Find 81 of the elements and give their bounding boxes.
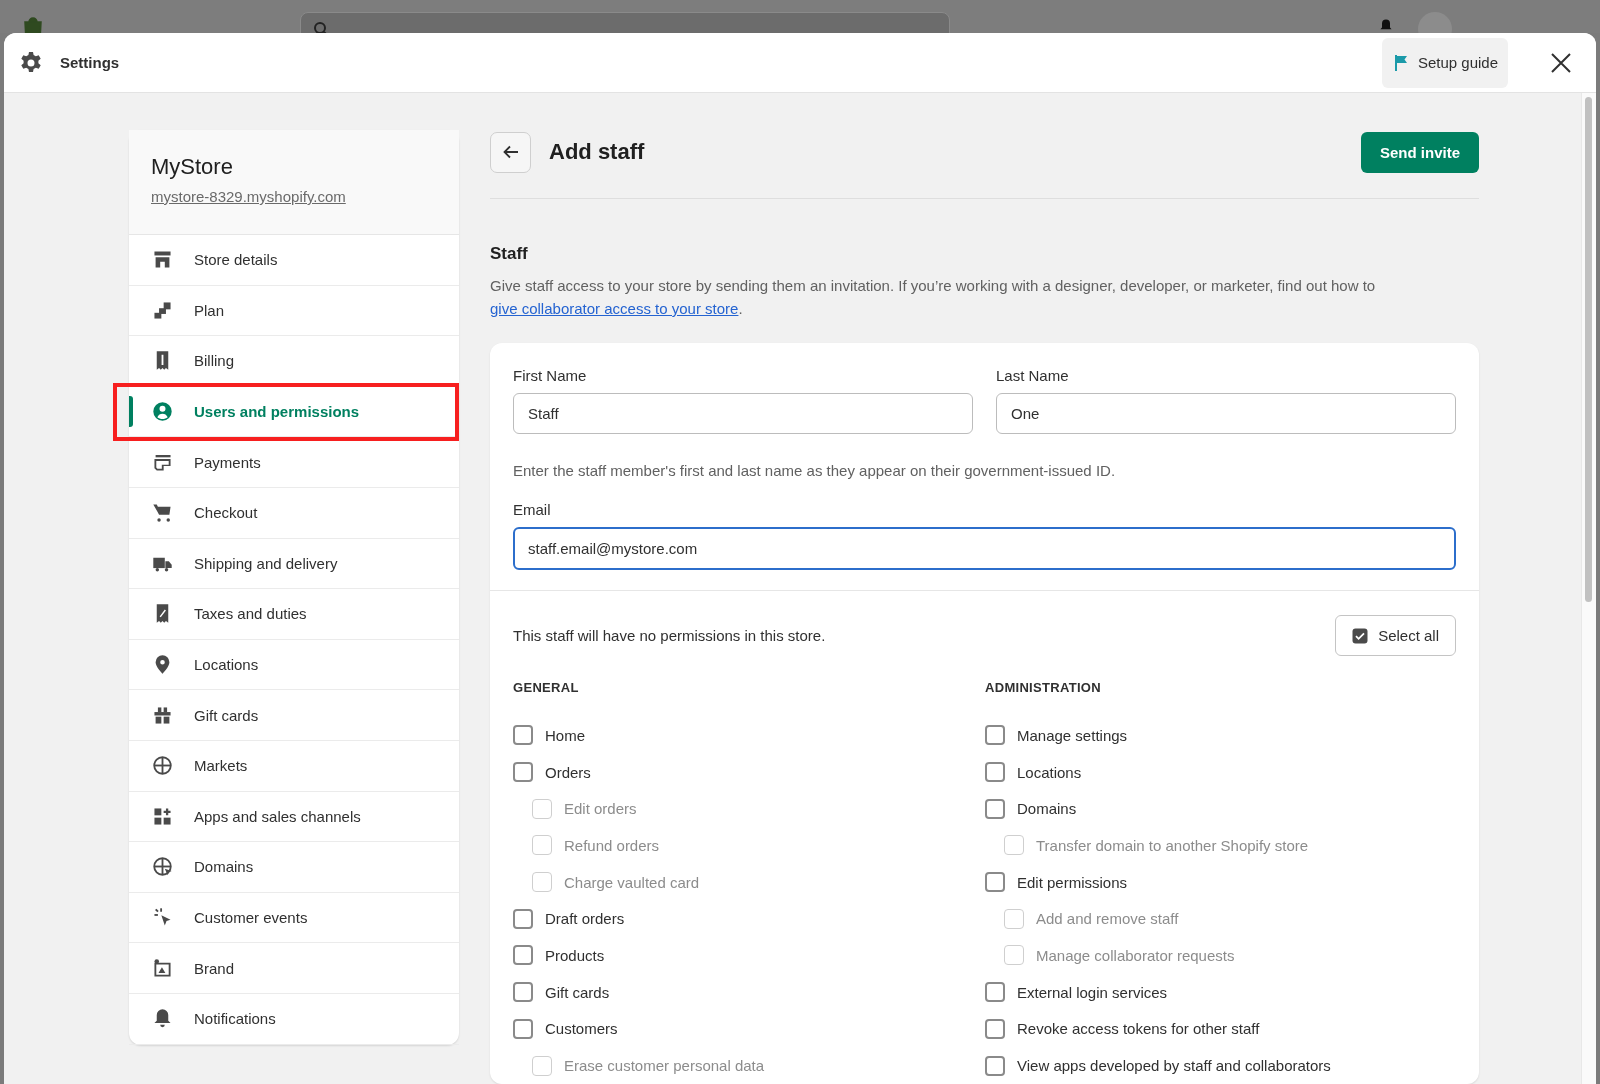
checkbox-label: Customers xyxy=(545,1020,618,1038)
globe-icon xyxy=(151,855,174,879)
field-label: Email xyxy=(513,501,552,518)
page-title: Add staff xyxy=(549,139,645,165)
checkbox[interactable] xyxy=(513,982,533,1003)
help-text: Enter the staff member's first and last name as they appear on their government-issued ID. xyxy=(513,462,1117,479)
dialog-title: Settings xyxy=(60,54,120,71)
checkbox[interactable] xyxy=(985,1018,1005,1039)
checkbox-label: Charge vaulted card xyxy=(564,873,700,891)
checkbox-label: Erase customer personal data xyxy=(564,1057,765,1075)
checkbox[interactable] xyxy=(513,725,533,746)
checkbox[interactable] xyxy=(985,1055,1005,1076)
sidebar-item[interactable]: Payments xyxy=(129,437,459,488)
store-url-link[interactable]: mystore-8329.myshopify.com xyxy=(151,188,437,205)
checkbox-icon xyxy=(1352,627,1369,644)
input-field[interactable]: Staff xyxy=(513,393,973,434)
checkbox[interactable] xyxy=(513,908,533,929)
close-icon[interactable] xyxy=(1550,51,1572,74)
sidebar-item[interactable]: Plan xyxy=(129,285,459,337)
checkbox-label: Locations xyxy=(1017,763,1082,781)
checkbox[interactable] xyxy=(513,762,533,783)
checkbox-label: Revoke access tokens for other staff xyxy=(1017,1020,1260,1038)
sidebar-item[interactable]: Taxes and duties xyxy=(129,589,459,640)
checkbox-label: Draft orders xyxy=(545,910,625,928)
checkbox-label: Gift cards xyxy=(545,983,610,1001)
sidebar-item[interactable]: Brand xyxy=(129,943,459,994)
permissions-note: This staff will have no permissions in this store. xyxy=(513,627,826,644)
checkbox-label: Transfer domain to another Shopify store xyxy=(1036,836,1309,854)
person-icon xyxy=(151,400,174,424)
checkbox[interactable] xyxy=(985,725,1005,746)
sidebar-item[interactable]: Domains xyxy=(129,842,459,893)
field-label: First Name xyxy=(513,367,588,384)
sidebar-item[interactable]: Shipping and delivery xyxy=(129,538,459,590)
globe-icon xyxy=(151,754,174,778)
image-icon xyxy=(151,956,174,980)
search-icon xyxy=(313,21,329,33)
select-all-button[interactable]: Select all xyxy=(1335,615,1456,656)
checkbox-label: Edit orders xyxy=(564,800,637,818)
checkbox[interactable] xyxy=(985,982,1005,1003)
checkbox-label: Manage settings xyxy=(1017,726,1128,744)
checkbox[interactable] xyxy=(985,762,1005,783)
sidebar-item[interactable]: Gift cards xyxy=(129,690,459,741)
sidebar-item[interactable]: Store details xyxy=(129,235,459,286)
checkbox-label: Domains xyxy=(1017,800,1077,818)
sidebar-item[interactable]: Markets xyxy=(129,740,459,792)
bag-icon xyxy=(22,16,44,33)
section-title: Staff xyxy=(490,244,529,264)
email-field[interactable]: staff.email@mystore.com xyxy=(513,527,1456,570)
group-heading: ADMINISTRATION xyxy=(985,680,1102,695)
group-heading: GENERAL xyxy=(513,680,580,695)
checkbox-label: Home xyxy=(545,726,585,744)
setup-guide-button[interactable]: Setup guide xyxy=(1381,37,1508,88)
description-text: Give staff access to your store by sending them an invitation. If you’re working with a designer, developer, or marketer, find out how to give collaborator access to your store. xyxy=(490,276,1377,319)
checkbox-label: Orders xyxy=(545,763,591,781)
scrollbar[interactable] xyxy=(1581,93,1596,1084)
back-button[interactable] xyxy=(490,131,531,173)
back-arrow-icon xyxy=(501,143,520,161)
send-invite-button[interactable]: Send invite xyxy=(1360,131,1479,173)
sidebar-item[interactable]: Checkout xyxy=(129,487,459,539)
checkbox-label: Products xyxy=(545,946,605,964)
sidebar-item[interactable]: Apps and sales channels xyxy=(129,791,459,843)
settings-icon xyxy=(19,50,43,75)
checkbox-label: Refund orders xyxy=(564,836,660,854)
checkbox-label: Manage collaborator requests xyxy=(1036,946,1235,964)
sidebar-item[interactable]: Locations xyxy=(129,639,459,691)
checkbox[interactable] xyxy=(985,872,1005,893)
store-name: MyStore xyxy=(151,154,234,180)
checkbox[interactable] xyxy=(513,945,533,966)
sidebar-item[interactable]: Billing xyxy=(129,336,459,387)
sidebar-item[interactable]: Notifications xyxy=(129,993,459,1045)
collaborator-access-link[interactable]: give collaborator access to your store xyxy=(490,300,739,317)
checkbox-label: Edit permissions xyxy=(1017,873,1128,891)
checkbox-label: External login services xyxy=(1017,983,1168,1001)
checkbox-label: View apps developed by staff and collaborators xyxy=(1017,1057,1331,1075)
field-label: Last Name xyxy=(996,367,1070,384)
sidebar-item[interactable]: Users and permissions xyxy=(129,386,459,438)
checkbox[interactable] xyxy=(985,798,1005,819)
checkbox[interactable] xyxy=(513,1018,533,1039)
input-field[interactable]: One xyxy=(996,393,1456,434)
checkbox-label: Add and remove staff xyxy=(1036,910,1179,928)
sidebar-item[interactable]: Customer events xyxy=(129,892,459,944)
